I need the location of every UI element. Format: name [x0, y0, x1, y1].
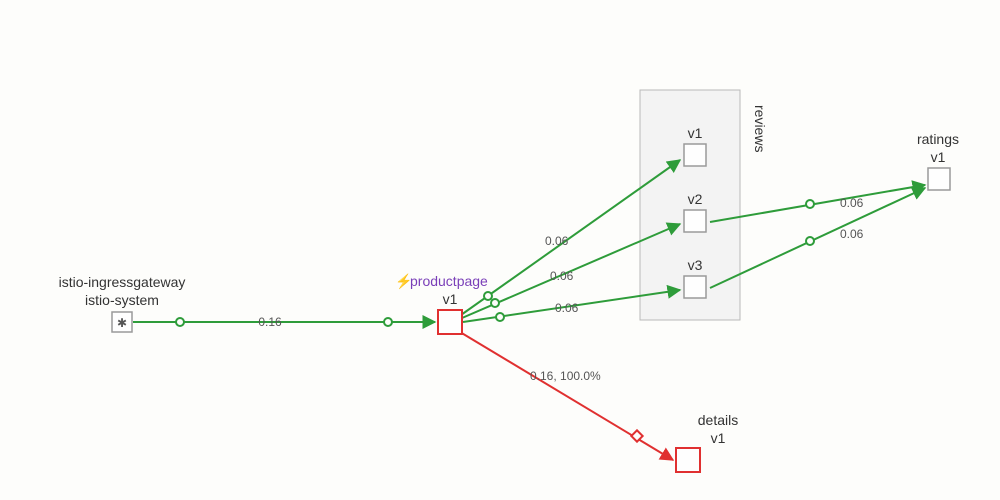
node-ratings-title: ratings	[917, 131, 959, 147]
edge-productpage-reviews-v3-label: 0.06	[555, 301, 579, 315]
node-productpage[interactable]: ⚡ productpage v1	[395, 273, 488, 334]
node-ingress-subtitle: istio-system	[85, 292, 159, 308]
node-details[interactable]: details v1	[676, 412, 738, 472]
node-reviews-v2-label: v2	[688, 191, 703, 207]
node-reviews-v1-label: v1	[688, 125, 703, 141]
node-reviews-v3-label: v3	[688, 257, 703, 273]
ingress-icon: ✱	[117, 316, 127, 330]
node-ratings[interactable]: ratings v1	[917, 131, 959, 190]
node-ratings-version: v1	[931, 149, 946, 165]
reviews-group-label: reviews	[752, 105, 768, 152]
edge-ingress-productpage-label: 0.16	[258, 315, 282, 329]
edge-productpage-details: 0.16, 100.0%	[460, 332, 673, 460]
edge-reviews-v2-ratings-label: 0.06	[840, 196, 864, 210]
node-productpage-title: productpage	[410, 273, 488, 289]
node-details-version: v1	[711, 430, 726, 446]
node-productpage-version: v1	[443, 291, 458, 307]
node-ingress[interactable]: ✱ istio-ingressgateway istio-system	[59, 274, 186, 332]
node-details-title: details	[698, 412, 738, 428]
edge-productpage-details-label: 0.16, 100.0%	[530, 369, 601, 383]
edge-productpage-reviews-v1-label: 0.06	[545, 234, 569, 248]
edge-productpage-reviews-v2-label: 0.06	[550, 269, 574, 283]
edge-ingress-productpage: 0.16	[133, 315, 435, 329]
node-ingress-title: istio-ingressgateway	[59, 274, 186, 290]
edge-reviews-v3-ratings-label: 0.06	[840, 227, 864, 241]
